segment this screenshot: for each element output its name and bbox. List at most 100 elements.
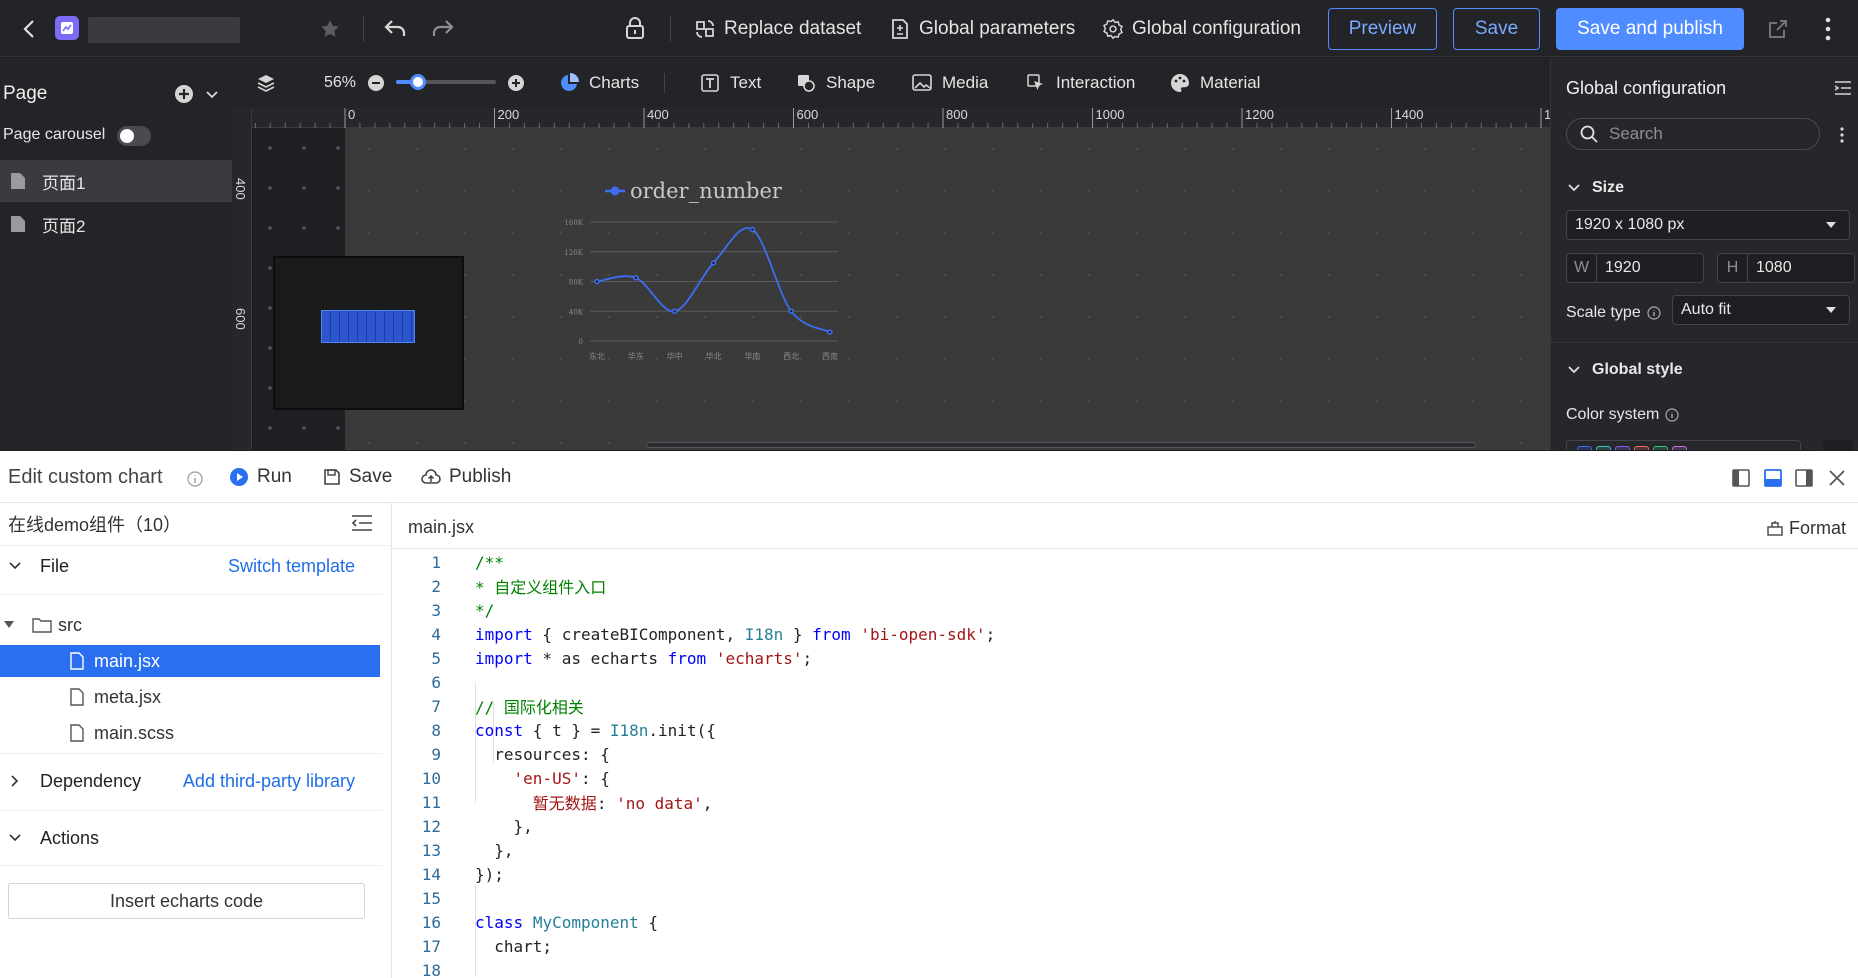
actions-section-header[interactable]: Actions [0,810,382,866]
design-board[interactable] [345,128,1550,450]
code-line[interactable]: 2 * 自定义组件入口 [393,574,606,598]
open-external-icon[interactable] [1766,17,1790,41]
code-line[interactable]: 5 import * as echarts from 'echarts'; [393,646,812,670]
interaction-tool[interactable]: Interaction [1024,70,1135,96]
file-section-header[interactable]: File Switch template [0,538,382,594]
zoom-slider[interactable] [396,74,496,90]
zoom-in-icon[interactable] [504,71,528,95]
back-icon[interactable] [18,17,42,41]
insert-echarts-button[interactable]: Insert echarts code [8,883,365,919]
size-section-header[interactable]: Size [1566,176,1624,200]
color-system-more-button[interactable] [1823,440,1853,450]
page-item-2[interactable]: 页面2 [0,203,232,245]
file-item-scss[interactable]: main.scss [0,717,380,749]
code-line[interactable]: 12 }, [393,814,533,838]
format-button[interactable]: Format [1767,516,1846,540]
preview-button[interactable]: Preview [1328,8,1437,50]
lock-icon[interactable] [623,16,647,40]
run-button[interactable]: Run [229,465,292,489]
code-line[interactable]: 17 chart; [393,934,552,958]
data-point[interactable] [788,308,794,314]
save-button[interactable]: Save [1453,8,1540,50]
star-icon[interactable] [318,17,342,41]
page-item-1[interactable]: 页面1 [0,160,232,202]
code-line[interactable]: 18 [393,958,441,978]
global-parameters-button[interactable]: Global parameters [888,14,1075,44]
size-select[interactable]: 1920 x 1080 px [1566,210,1850,240]
data-point[interactable] [749,226,756,233]
folder-src[interactable]: src [0,609,380,641]
color-system-select[interactable] [1566,440,1801,450]
data-point[interactable] [671,308,678,314]
zoom-out-icon[interactable] [364,71,388,95]
minimap[interactable] [273,256,464,410]
save-and-publish-button[interactable]: Save and publish [1556,8,1744,50]
collapse-panel-icon[interactable] [1831,76,1855,100]
code-line[interactable]: 8 const { t } = I18n.init({ [393,718,715,742]
replace-dataset-button[interactable]: Replace dataset [693,14,861,44]
collapse-list-icon[interactable] [350,511,374,535]
line-chart[interactable]: order_number 160K 120K 80K 40K 0 东北 华东 华中 华北 华南 西北 西… [560,170,850,370]
code-line[interactable]: 9 resources: { [393,742,610,766]
canvas-h-scrollbar[interactable] [646,442,1476,448]
layers-icon[interactable] [254,71,278,95]
data-point[interactable] [594,278,600,285]
code-tab[interactable]: main.jsx [408,517,474,538]
charts-tool[interactable]: Charts [557,70,639,96]
add-library-link[interactable]: Add third-party library [183,771,355,792]
more-vertical-icon[interactable] [1824,16,1832,42]
code-editor[interactable]: main.jsx Format 1 /** 2 * 自定义组件入口 3 */ 4 import… [393,503,1858,978]
info-icon[interactable] [1647,301,1661,325]
layout-right-icon[interactable] [1792,466,1816,490]
code-line[interactable]: 7 // 国际化相关 [393,694,584,718]
info-icon[interactable] [1665,403,1679,427]
editor-save-button[interactable]: Save [323,465,392,489]
code-line[interactable]: 4 import { createBIComponent, I18n } from… [393,622,995,646]
code-line[interactable]: 11 暂无数据: 'no data', [393,790,713,814]
config-search-input[interactable]: Search [1566,118,1820,150]
report-title-field[interactable] [88,17,240,43]
undo-icon[interactable] [383,16,407,40]
text-tool[interactable]: Text [698,70,761,96]
code-line[interactable]: 15 [393,886,441,910]
chevron-down-icon[interactable] [200,82,224,106]
dependency-section-header[interactable]: Dependency Add third-party library [0,753,382,809]
code-line[interactable]: 13 }, [393,838,514,862]
page-carousel-toggle[interactable] [117,126,151,146]
chevron-right-icon [6,769,24,793]
code-line[interactable]: 14}); [393,862,504,886]
more-options-icon[interactable] [1839,126,1845,144]
redo-icon[interactable] [431,16,455,40]
layout-bottom-icon[interactable] [1761,466,1785,490]
material-tool[interactable]: Material [1168,70,1260,96]
gear-icon [1101,17,1125,41]
code-line[interactable]: 10 'en-US': { [393,766,610,790]
scale-type-select[interactable]: Auto fit [1672,295,1850,325]
data-point[interactable] [633,275,639,281]
height-input[interactable]: H 1080 [1717,253,1855,283]
file-item-main[interactable]: main.jsx [0,645,380,677]
close-icon[interactable] [1825,466,1849,490]
code-token: * 自定义组件入口 [475,578,607,597]
publish-button[interactable]: Publish [421,465,511,489]
global-style-section-header[interactable]: Global style [1566,358,1683,382]
switch-template-link[interactable]: Switch template [228,556,355,577]
file-item-meta[interactable]: meta.jsx [0,681,380,713]
info-icon[interactable] [186,467,204,491]
code-line[interactable]: 3 */ [393,598,494,622]
shape-tool[interactable]: Shape [794,70,875,96]
code-line[interactable]: 6 [393,670,441,694]
width-input[interactable]: W 1920 [1566,253,1704,283]
code-line[interactable]: 1 /** [393,550,504,574]
global-configuration-button[interactable]: Global configuration [1101,14,1301,44]
data-point[interactable] [827,329,833,335]
media-tool[interactable]: Media [910,70,988,96]
layout-left-icon[interactable] [1729,466,1753,490]
legend-label[interactable]: order_number [630,179,783,203]
code-token: I18n [744,624,784,644]
zoom-slider-handle[interactable] [409,74,426,90]
code-line[interactable]: 16 class MyComponent { [393,910,658,934]
series-line[interactable] [596,227,831,333]
data-point[interactable] [710,260,717,266]
add-page-icon[interactable] [172,82,196,106]
